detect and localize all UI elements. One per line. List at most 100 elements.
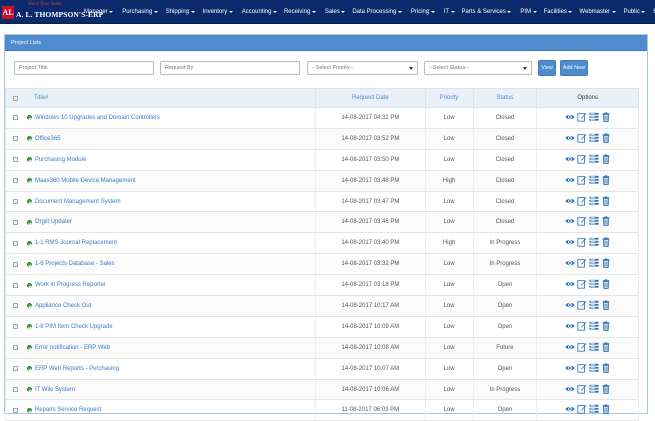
project-title-link[interactable]: Orgill Updater — [35, 219, 72, 225]
row-checkbox[interactable] — [13, 199, 19, 204]
nav-item[interactable]: Shipping — [166, 9, 195, 15]
nav-item[interactable]: Pricing — [411, 9, 435, 15]
project-title-link[interactable]: Document Management System — [35, 199, 121, 205]
details-button[interactable] — [589, 321, 599, 333]
delete-button[interactable] — [601, 216, 611, 228]
delete-button[interactable] — [601, 342, 611, 354]
nav-item[interactable]: IT — [444, 9, 455, 15]
edit-button[interactable] — [577, 112, 587, 124]
edit-button[interactable] — [577, 196, 587, 208]
view-button[interactable] — [565, 237, 575, 249]
delete-button[interactable] — [601, 404, 611, 416]
project-title-link[interactable]: 1-6 Projects Database - Sales — [35, 261, 115, 267]
details-button[interactable] — [589, 300, 599, 312]
edit-button[interactable] — [577, 363, 587, 375]
project-title-link[interactable]: 1-1 RMS Journal Replacement — [35, 240, 117, 246]
nav-item[interactable]: Webmaster — [579, 9, 616, 15]
details-button[interactable] — [589, 154, 599, 166]
project-title-link[interactable]: Error notification - ERP Web — [35, 345, 110, 351]
view-button[interactable] — [565, 112, 575, 124]
view-button[interactable] — [565, 363, 575, 375]
row-select-cell[interactable] — [6, 345, 26, 351]
project-title-link[interactable]: Repairs Service Request — [35, 407, 101, 413]
row-select-cell[interactable] — [6, 157, 26, 163]
project-title-link[interactable]: Office365 — [35, 136, 61, 142]
view-button[interactable] — [565, 196, 575, 208]
edit-button[interactable] — [577, 342, 587, 354]
nav-item[interactable]: PIM — [520, 9, 537, 15]
details-button[interactable] — [589, 363, 599, 375]
delete-button[interactable] — [601, 154, 611, 166]
delete-button[interactable] — [601, 321, 611, 333]
details-button[interactable] — [589, 112, 599, 124]
header-status[interactable]: Status — [474, 89, 538, 107]
row-select-cell[interactable] — [6, 303, 26, 309]
delete-button[interactable] — [601, 112, 611, 124]
row-checkbox[interactable] — [13, 157, 19, 163]
view-button[interactable] — [565, 384, 575, 396]
project-title-input[interactable]: Project Title — [14, 61, 154, 75]
row-select-cell[interactable] — [6, 366, 26, 372]
delete-button[interactable] — [601, 237, 611, 249]
priority-select[interactable]: --Select Priority-- — [307, 61, 418, 75]
edit-button[interactable] — [577, 279, 587, 291]
view-button[interactable] — [565, 258, 575, 270]
select-all-checkbox[interactable] — [13, 95, 19, 101]
project-title-link[interactable]: Maas360 Mobile Device Management — [35, 178, 136, 184]
row-checkbox[interactable] — [13, 136, 19, 142]
header-priority[interactable]: Priority — [426, 89, 474, 107]
row-select-cell[interactable] — [6, 199, 26, 204]
nav-item[interactable]: Manager — [84, 9, 114, 15]
nav-item[interactable]: Data Processing — [352, 9, 402, 15]
select-all-cell[interactable] — [6, 95, 26, 101]
nav-item[interactable]: Receiving — [284, 9, 316, 15]
row-checkbox[interactable] — [13, 261, 19, 267]
delete-button[interactable] — [601, 195, 611, 208]
request-by-input[interactable]: Request By — [160, 61, 300, 75]
details-button[interactable] — [589, 216, 599, 228]
view-button[interactable] — [565, 133, 575, 145]
row-checkbox[interactable] — [13, 303, 19, 309]
edit-button[interactable] — [577, 258, 587, 270]
project-title-link[interactable]: Appliance Check Out — [35, 303, 91, 309]
edit-button[interactable] — [577, 321, 587, 333]
details-button[interactable] — [589, 237, 599, 249]
details-button[interactable] — [589, 384, 599, 396]
project-title-link[interactable]: Work in Progress Reporter — [35, 282, 106, 288]
row-checkbox[interactable] — [13, 282, 19, 288]
view-button[interactable]: View — [538, 60, 556, 76]
nav-item[interactable]: Purchasing — [122, 9, 158, 15]
row-select-cell[interactable] — [6, 219, 26, 225]
nav-item[interactable]: Facilities — [544, 9, 573, 15]
edit-button[interactable] — [577, 175, 587, 187]
delete-button[interactable] — [601, 383, 611, 396]
edit-button[interactable] — [577, 154, 587, 166]
row-checkbox[interactable] — [13, 240, 19, 246]
row-select-cell[interactable] — [6, 261, 26, 267]
row-checkbox[interactable] — [13, 219, 19, 225]
nav-item[interactable]: Public — [624, 9, 646, 15]
row-checkbox[interactable] — [13, 178, 19, 184]
row-select-cell[interactable] — [6, 387, 26, 393]
row-select-cell[interactable] — [6, 136, 26, 142]
status-select[interactable]: --Select Status-- — [424, 61, 532, 75]
delete-button[interactable] — [601, 363, 611, 375]
delete-button[interactable] — [601, 175, 611, 187]
project-title-link[interactable]: 1-8 PIM Item Check Upgrade — [35, 324, 113, 330]
nav-item[interactable]: Inventory — [203, 9, 233, 15]
row-select-cell[interactable] — [6, 178, 26, 184]
view-button[interactable] — [565, 175, 575, 187]
row-checkbox[interactable] — [13, 387, 19, 393]
view-button[interactable] — [565, 342, 575, 354]
brand-logo[interactable]: AL Since Now Some A. L. THOMPSON'S-ERP — [2, 2, 103, 22]
view-button[interactable] — [565, 216, 575, 228]
row-select-cell[interactable] — [6, 282, 26, 288]
header-request-date[interactable]: Request Date — [316, 89, 426, 107]
details-button[interactable] — [589, 279, 599, 291]
nav-item[interactable]: Sales — [325, 9, 346, 15]
project-title-link[interactable]: Windows 10 Upgrades and Domain Controlle… — [35, 115, 160, 121]
edit-button[interactable] — [577, 300, 587, 312]
row-select-cell[interactable] — [6, 115, 26, 121]
nav-item[interactable]: Parts & Services — [462, 9, 512, 15]
project-title-link[interactable]: IT Wiki System — [35, 387, 75, 393]
